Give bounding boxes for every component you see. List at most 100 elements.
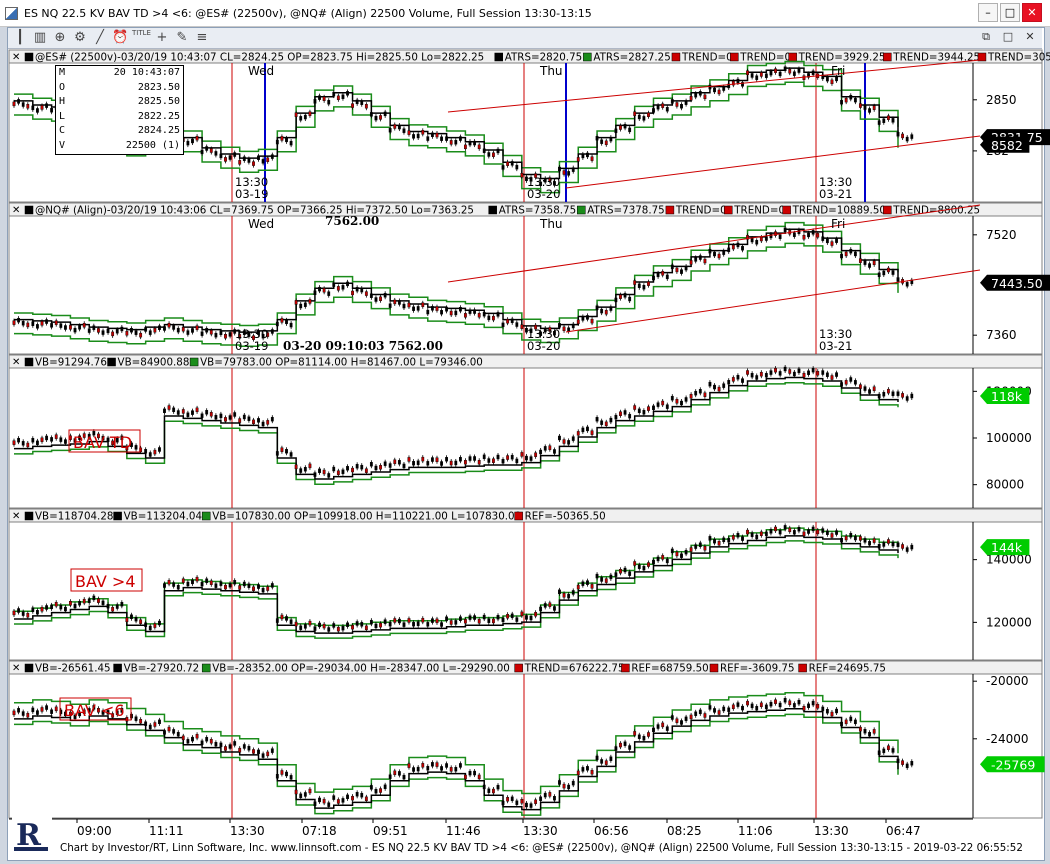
y-tick-label: -24000 bbox=[986, 732, 1029, 746]
candle-body bbox=[397, 460, 401, 465]
candle-body bbox=[195, 407, 199, 413]
candle-body bbox=[388, 463, 392, 468]
candle-body bbox=[426, 622, 430, 627]
candle-body bbox=[336, 799, 340, 804]
candle-body bbox=[191, 328, 194, 333]
candle-body bbox=[97, 328, 100, 333]
candle-body bbox=[82, 323, 86, 328]
candle-body bbox=[548, 445, 552, 450]
candle-body bbox=[364, 796, 368, 802]
candle-body bbox=[233, 580, 237, 585]
candle-body bbox=[759, 371, 763, 377]
candle-body bbox=[327, 473, 331, 478]
candle-body bbox=[402, 128, 406, 133]
series-color-swatch bbox=[24, 205, 34, 215]
candle-body bbox=[205, 578, 209, 583]
series-color-swatch bbox=[798, 663, 807, 673]
candle-body bbox=[619, 294, 622, 299]
candle-body bbox=[374, 789, 378, 794]
candle-body bbox=[868, 731, 871, 737]
candle-body bbox=[807, 232, 810, 238]
candle-body bbox=[694, 544, 698, 549]
candle-body bbox=[308, 463, 312, 469]
candle-body bbox=[520, 799, 524, 804]
candle-body bbox=[698, 91, 702, 96]
candle-body bbox=[430, 457, 434, 462]
candle-body bbox=[369, 293, 373, 298]
candle-body bbox=[134, 445, 138, 450]
candle-body bbox=[788, 68, 792, 74]
candle-body bbox=[619, 742, 622, 748]
candle-body bbox=[139, 619, 143, 624]
candle-body bbox=[586, 766, 589, 771]
candle-body bbox=[811, 367, 815, 373]
candle-body bbox=[600, 577, 604, 582]
candle-body bbox=[17, 317, 20, 323]
candle-body bbox=[558, 780, 561, 785]
candle-body bbox=[247, 583, 251, 588]
candle-body bbox=[64, 325, 67, 330]
candle-body bbox=[191, 579, 194, 585]
candle-body bbox=[299, 625, 303, 630]
candle-body bbox=[797, 68, 801, 73]
data-window-value: 2824.25 bbox=[137, 125, 180, 136]
candle-body bbox=[534, 799, 538, 804]
candle-body bbox=[383, 461, 387, 466]
candle-body bbox=[586, 580, 589, 585]
candle-body bbox=[609, 306, 613, 311]
panel-header-text: REF=68759.50 bbox=[631, 663, 708, 675]
candle-body bbox=[101, 600, 105, 606]
candle-body bbox=[322, 288, 326, 293]
candle-body bbox=[21, 321, 25, 326]
panel-header-text: REF=24695.75 bbox=[809, 663, 886, 675]
candle-body bbox=[746, 70, 749, 75]
candle-body bbox=[515, 617, 519, 622]
candle-body bbox=[458, 763, 462, 768]
panel-header-text: TREND=10889.50 bbox=[792, 205, 886, 217]
candle-body bbox=[397, 618, 401, 624]
candle-body bbox=[200, 581, 204, 587]
candle-body bbox=[623, 567, 627, 573]
candle-body bbox=[802, 706, 806, 711]
candle-body bbox=[840, 382, 843, 387]
panel-header-text: VB=113204.04 bbox=[124, 511, 202, 523]
candle-body bbox=[238, 585, 242, 590]
candle-body bbox=[755, 375, 759, 380]
candle-body bbox=[313, 290, 317, 296]
candle-body bbox=[45, 435, 49, 441]
candle-body bbox=[849, 95, 853, 100]
candle-body bbox=[600, 759, 604, 764]
candle-body bbox=[788, 700, 792, 705]
candle-body bbox=[717, 540, 721, 546]
candle-body bbox=[158, 325, 161, 330]
candle-body bbox=[604, 578, 608, 583]
candle-body bbox=[769, 529, 773, 534]
candle-body bbox=[289, 140, 293, 146]
candle-body bbox=[656, 105, 660, 110]
candle-body bbox=[910, 544, 914, 550]
candle-body bbox=[877, 544, 881, 549]
candle-body bbox=[825, 372, 829, 377]
candle-body bbox=[731, 704, 735, 710]
x-tick-label: 13:30 bbox=[230, 824, 265, 838]
panel-close-icon: ✕ bbox=[12, 357, 20, 368]
candle-body bbox=[219, 153, 223, 159]
candle-body bbox=[228, 744, 232, 749]
candle-body bbox=[355, 621, 359, 626]
candle-body bbox=[863, 386, 867, 391]
candle-body bbox=[501, 322, 505, 328]
candle-body bbox=[214, 583, 218, 588]
candle-body bbox=[816, 233, 820, 238]
data-window-value: 2825.50 bbox=[137, 96, 180, 107]
series-color-swatch bbox=[514, 663, 523, 673]
candle-body bbox=[510, 161, 514, 166]
candle-body bbox=[430, 762, 434, 767]
series-color-swatch bbox=[782, 205, 791, 215]
candle-body bbox=[807, 529, 810, 534]
candle-body bbox=[689, 393, 693, 399]
candle-body bbox=[445, 457, 448, 462]
candle-body bbox=[40, 321, 44, 326]
candle-body bbox=[778, 234, 782, 239]
candle-body bbox=[830, 79, 834, 85]
day-label: Fri bbox=[831, 217, 845, 231]
